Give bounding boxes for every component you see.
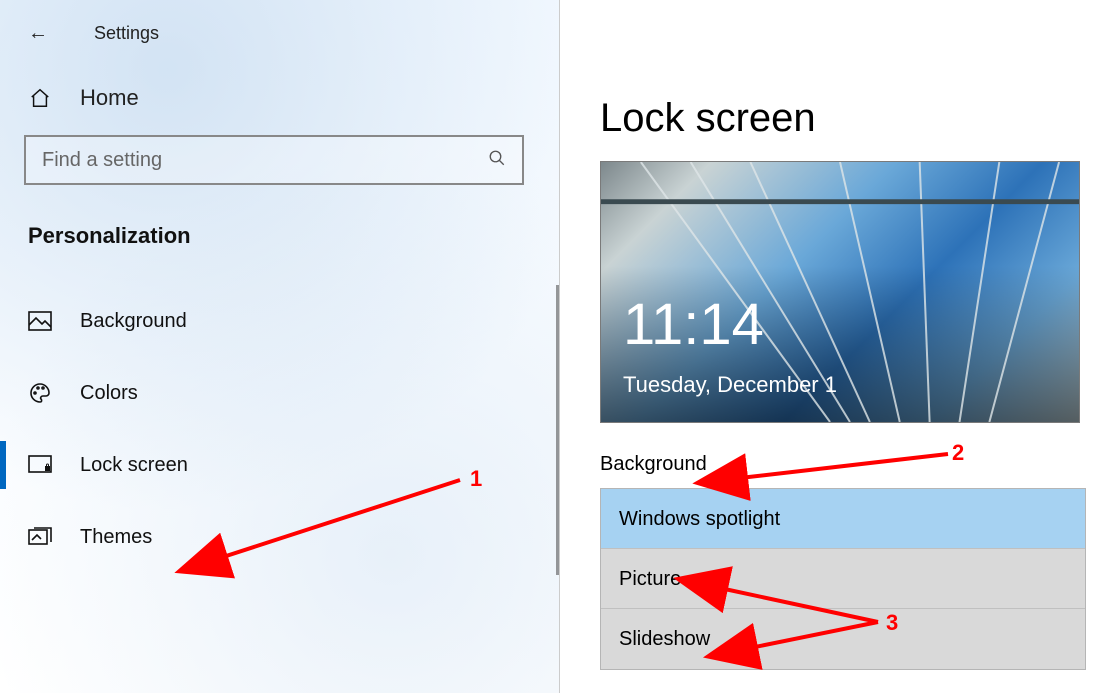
lock-screen-preview: 11:14 Tuesday, December 1 xyxy=(600,161,1080,423)
sidebar: ← Settings Home Personalization xyxy=(0,0,560,693)
sidebar-item-label: Colors xyxy=(80,382,138,405)
sidebar-item-label: Themes xyxy=(80,526,152,549)
sidebar-item-label: Lock screen xyxy=(80,454,188,477)
sidebar-item-background[interactable]: Background xyxy=(0,285,559,357)
home-icon xyxy=(28,87,52,109)
preview-time: 11:14 xyxy=(623,291,764,358)
option-windows-spotlight[interactable]: Windows spotlight xyxy=(601,489,1085,549)
main-pane: Lock screen 11:14 Tuesday, December 1 Ba… xyxy=(560,0,1094,693)
sidebar-item-themes[interactable]: Themes xyxy=(0,501,559,573)
back-icon[interactable]: ← xyxy=(28,22,48,45)
picture-icon xyxy=(28,311,52,331)
option-picture[interactable]: Picture xyxy=(601,549,1085,609)
lock-screen-icon xyxy=(28,455,52,475)
sidebar-nav: Background Colors Lock screen xyxy=(0,285,559,573)
page-title: Lock screen xyxy=(600,96,1086,141)
search-field[interactable] xyxy=(42,149,488,172)
category-title: Personalization xyxy=(0,205,559,285)
sidebar-item-label: Background xyxy=(80,310,187,333)
sidebar-item-lock-screen[interactable]: Lock screen xyxy=(0,429,559,501)
search-icon xyxy=(488,149,506,172)
palette-icon xyxy=(28,381,52,405)
scrollbar[interactable] xyxy=(556,285,559,575)
option-slideshow[interactable]: Slideshow xyxy=(601,609,1085,669)
themes-icon xyxy=(28,526,52,548)
home-button[interactable]: Home xyxy=(0,77,559,135)
search-input[interactable] xyxy=(24,135,524,185)
background-dropdown[interactable]: Windows spotlight Picture Slideshow xyxy=(600,488,1086,670)
home-label: Home xyxy=(80,85,139,111)
app-title: Settings xyxy=(94,23,159,44)
background-label: Background xyxy=(600,453,1086,476)
sidebar-item-colors[interactable]: Colors xyxy=(0,357,559,429)
preview-date: Tuesday, December 1 xyxy=(623,372,837,398)
